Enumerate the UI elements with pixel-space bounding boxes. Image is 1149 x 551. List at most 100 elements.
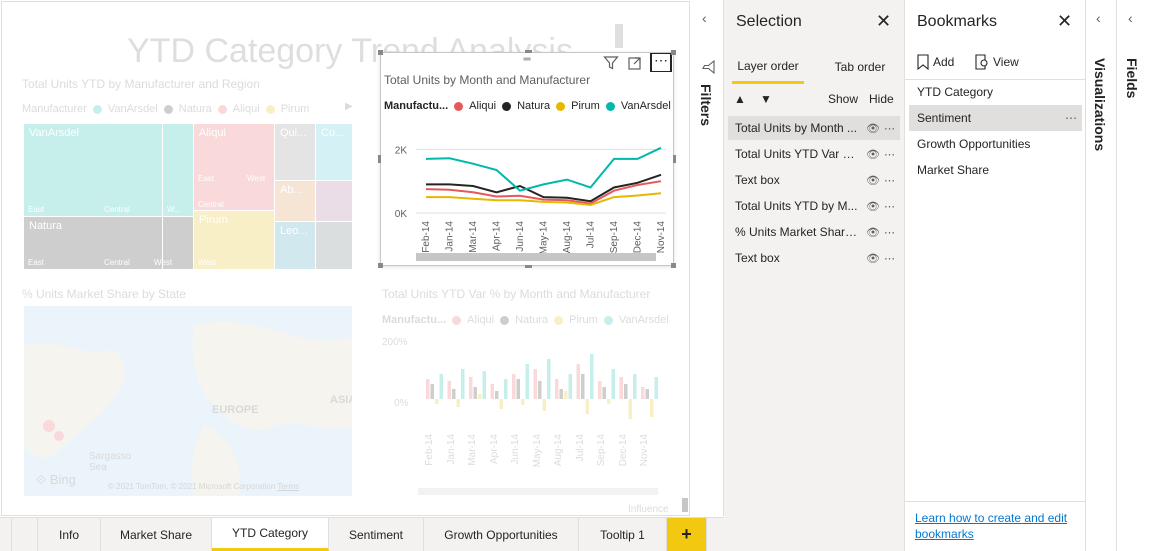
tab-growth-opportunities[interactable]: Growth Opportunities xyxy=(424,518,579,551)
column-bar[interactable] xyxy=(495,391,499,399)
column-bar[interactable] xyxy=(602,387,607,399)
selection-item[interactable]: Text box 👁 ⋯ xyxy=(728,246,900,270)
column-bar[interactable] xyxy=(473,387,478,399)
add-bookmark-button[interactable]: Add xyxy=(917,54,954,70)
column-bar[interactable] xyxy=(645,389,650,399)
column-bar[interactable] xyxy=(430,384,435,399)
fields-label[interactable]: Fields xyxy=(1124,58,1140,98)
column-bar[interactable] xyxy=(461,369,465,399)
column-bar[interactable] xyxy=(611,369,616,399)
resize-handle[interactable] xyxy=(525,50,532,53)
close-icon[interactable]: ✕ xyxy=(1057,11,1072,32)
eye-icon[interactable]: 👁 xyxy=(866,226,880,239)
column-bar[interactable] xyxy=(547,359,551,399)
selection-item[interactable]: Total Units by Month ... 👁 ⋯ xyxy=(728,116,900,140)
legend-next-icon[interactable]: ▶ xyxy=(345,101,353,112)
selection-item[interactable]: Total Units YTD by M... 👁 ⋯ xyxy=(728,194,900,218)
column-bar[interactable] xyxy=(650,399,654,417)
column-bar[interactable] xyxy=(478,394,482,399)
column-bar[interactable] xyxy=(439,374,444,399)
treemap-cell[interactable] xyxy=(163,124,193,216)
more-options-icon[interactable]: ⋯ xyxy=(884,252,895,265)
bookmark-item[interactable]: YTD Category xyxy=(909,79,1082,105)
map-area[interactable]: EUROPE ASIA Sargasso Sea ⟐ Bing © 2021 T… xyxy=(24,306,352,496)
column-bar[interactable] xyxy=(619,377,624,399)
chevron-left-icon[interactable]: ‹ xyxy=(1096,10,1101,26)
tab-info[interactable]: Info xyxy=(38,518,101,551)
resize-handle[interactable] xyxy=(525,265,532,268)
column-bar[interactable] xyxy=(585,399,590,414)
selection-item[interactable]: % Units Market Share... 👁 ⋯ xyxy=(728,220,900,244)
more-options-icon[interactable]: ⋯ xyxy=(884,226,895,239)
column-bar[interactable] xyxy=(516,379,521,399)
eye-icon[interactable]: 👁 xyxy=(866,252,880,265)
treemap-cell[interactable]: Qui... xyxy=(275,124,315,180)
tab-layer-order[interactable]: Layer order xyxy=(732,50,804,84)
column-bar[interactable] xyxy=(654,377,659,399)
more-options-icon[interactable]: ⋯ xyxy=(884,148,895,161)
column-bar[interactable] xyxy=(564,391,568,399)
column-bar[interactable] xyxy=(504,379,508,399)
tab-tooltip-1[interactable]: Tooltip 1 xyxy=(579,518,667,551)
column-bar[interactable] xyxy=(452,389,456,399)
column-bar[interactable] xyxy=(533,369,538,399)
column-bar[interactable] xyxy=(447,381,452,399)
column-bar[interactable] xyxy=(521,399,525,405)
column-bar[interactable] xyxy=(633,374,637,399)
tab-ytd-category[interactable]: YTD Category xyxy=(212,518,329,551)
column-bar[interactable] xyxy=(469,377,473,399)
hide-all-button[interactable]: Hide xyxy=(869,92,894,106)
more-options-icon[interactable]: ⋯ xyxy=(650,53,672,72)
eye-icon[interactable]: 👁 xyxy=(866,200,880,213)
column-bar[interactable] xyxy=(641,387,645,399)
filters-label[interactable]: Filters xyxy=(698,84,714,126)
resize-handle[interactable] xyxy=(378,263,383,268)
column-bar[interactable] xyxy=(598,381,602,399)
column-bar[interactable] xyxy=(512,374,516,399)
tab-scroll-right[interactable] xyxy=(12,518,38,551)
eye-icon[interactable]: 👁 xyxy=(866,122,880,135)
column-bar[interactable] xyxy=(435,399,439,404)
treemap-cell[interactable]: VanArsdel xyxy=(24,124,162,216)
close-icon[interactable]: ✕ xyxy=(876,11,891,32)
visualizations-pane-collapsed[interactable]: ‹ Visualizations xyxy=(1086,0,1117,551)
more-options-icon[interactable]: ⋯ xyxy=(884,174,895,187)
eye-icon[interactable]: 👁 xyxy=(866,148,880,161)
tab-market-share[interactable]: Market Share xyxy=(101,518,212,551)
move-down-icon[interactable]: ▼ xyxy=(760,92,772,106)
chevron-left-icon[interactable]: ‹ xyxy=(1128,10,1133,26)
column-bar[interactable] xyxy=(628,399,633,419)
column-bar[interactable] xyxy=(576,364,581,399)
column-bar[interactable] xyxy=(538,381,542,399)
column-bar[interactable] xyxy=(559,389,564,399)
tab-scroll-left[interactable] xyxy=(0,518,12,551)
treemap-cell[interactable] xyxy=(316,181,352,221)
column-bar[interactable] xyxy=(456,399,461,407)
fields-pane-collapsed[interactable]: ‹ Fields xyxy=(1117,0,1149,551)
selection-item[interactable]: Total Units YTD Var %... 👁 ⋯ xyxy=(728,142,900,166)
treemap-cell[interactable]: Leo... xyxy=(275,222,315,269)
tab-tab-order[interactable]: Tab order xyxy=(824,50,896,84)
add-page-button[interactable]: + xyxy=(667,518,707,551)
treemap-visual[interactable]: Total Units YTD by Manufacturer and Regi… xyxy=(22,74,357,274)
tab-sentiment[interactable]: Sentiment xyxy=(329,518,424,551)
terms-link[interactable]: Terms xyxy=(277,482,299,491)
column-bar[interactable] xyxy=(555,379,559,399)
resize-handle[interactable] xyxy=(673,155,676,163)
filter-icon[interactable] xyxy=(603,55,619,74)
column-bar[interactable] xyxy=(499,399,504,409)
more-options-icon[interactable]: ⋯ xyxy=(884,200,895,213)
more-options-icon[interactable]: ⋯ xyxy=(1065,111,1077,125)
filters-pane-collapsed[interactable]: ‹ Filters xyxy=(691,0,724,516)
column-bar[interactable] xyxy=(568,374,573,399)
canvas-scrollbar[interactable] xyxy=(682,498,688,512)
resize-handle[interactable] xyxy=(671,263,676,268)
column-bar[interactable] xyxy=(490,384,495,399)
learn-more-link[interactable]: Learn how to create and edit bookmarks xyxy=(915,510,1080,542)
drag-grip-icon[interactable]: ═ xyxy=(518,54,536,65)
scrollbar[interactable] xyxy=(418,488,658,495)
column-bar[interactable] xyxy=(525,364,530,399)
treemap-cell[interactable]: Natura xyxy=(24,217,162,269)
treemap-cell[interactable]: Ab... xyxy=(275,181,315,221)
column-bar[interactable] xyxy=(590,354,594,399)
